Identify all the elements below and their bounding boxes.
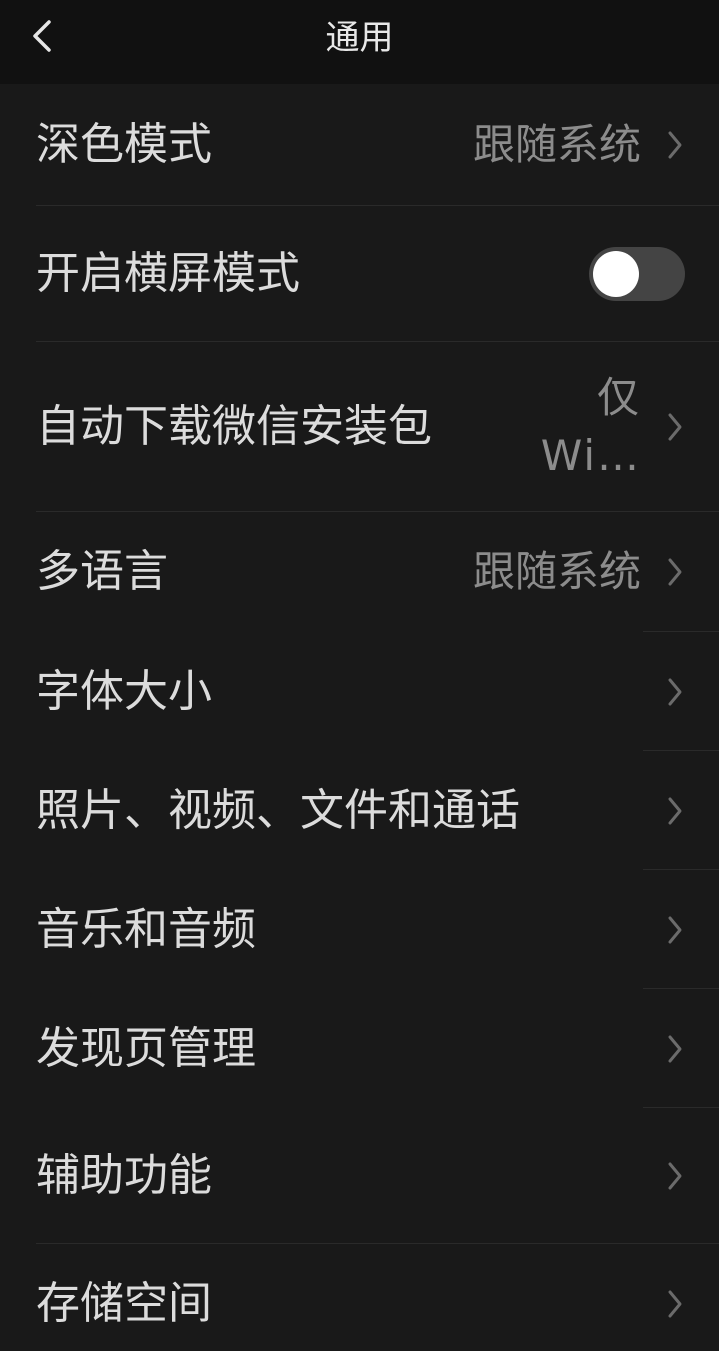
settings-item-dark-mode[interactable]: 深色模式 跟随系统	[0, 84, 719, 206]
chevron-right-icon	[668, 916, 682, 943]
settings-item-label: 开启横屏模式	[36, 248, 300, 299]
settings-item-value: 跟随系统	[472, 547, 641, 596]
settings-item-storage[interactable]: 存储空间	[0, 1244, 719, 1351]
nav-bar: 通用	[0, 0, 719, 84]
landscape-toggle[interactable]	[589, 247, 685, 301]
settings-item-music-audio[interactable]: 音乐和音频	[0, 870, 719, 989]
page-title: 通用	[325, 18, 394, 58]
chevron-right-icon	[668, 131, 682, 159]
settings-item-language[interactable]: 多语言 跟随系统	[0, 512, 719, 632]
settings-item-label: 自动下载微信安装包	[36, 401, 432, 452]
settings-item-label: 深色模式	[36, 119, 212, 170]
settings-item-label: 存储空间	[36, 1277, 212, 1329]
chevron-right-icon	[668, 797, 682, 824]
settings-item-landscape-mode: 开启横屏模式	[0, 206, 719, 342]
chevron-right-icon	[668, 678, 682, 705]
settings-item-label: 音乐和音频	[36, 903, 256, 955]
settings-item-label: 多语言	[36, 546, 168, 597]
settings-item-discover-management[interactable]: 发现页管理	[0, 989, 719, 1108]
chevron-right-icon	[668, 1290, 682, 1317]
settings-item-media-files[interactable]: 照片、视频、文件和通话	[0, 751, 719, 870]
chevron-right-icon	[668, 558, 682, 586]
settings-item-value: 仅 Wi…	[540, 373, 641, 480]
settings-item-label: 发现页管理	[36, 1022, 256, 1074]
chevron-right-icon	[668, 1162, 682, 1190]
toggle-knob	[593, 251, 639, 297]
settings-item-value: 跟随系统	[472, 120, 641, 169]
settings-item-label: 字体大小	[36, 665, 212, 717]
settings-item-accessibility[interactable]: 辅助功能	[0, 1108, 719, 1244]
settings-item-label: 辅助功能	[36, 1150, 212, 1201]
settings-item-label: 照片、视频、文件和通话	[36, 784, 520, 836]
settings-item-font-size[interactable]: 字体大小	[0, 632, 719, 751]
settings-item-auto-download[interactable]: 自动下载微信安装包 仅 Wi…	[0, 342, 719, 512]
settings-list: 深色模式 跟随系统 开启横屏模式 自动下载微信安装包 仅 Wi… 多语言 跟随系…	[0, 84, 719, 1351]
chevron-right-icon	[668, 1035, 682, 1062]
chevron-right-icon	[668, 413, 682, 441]
